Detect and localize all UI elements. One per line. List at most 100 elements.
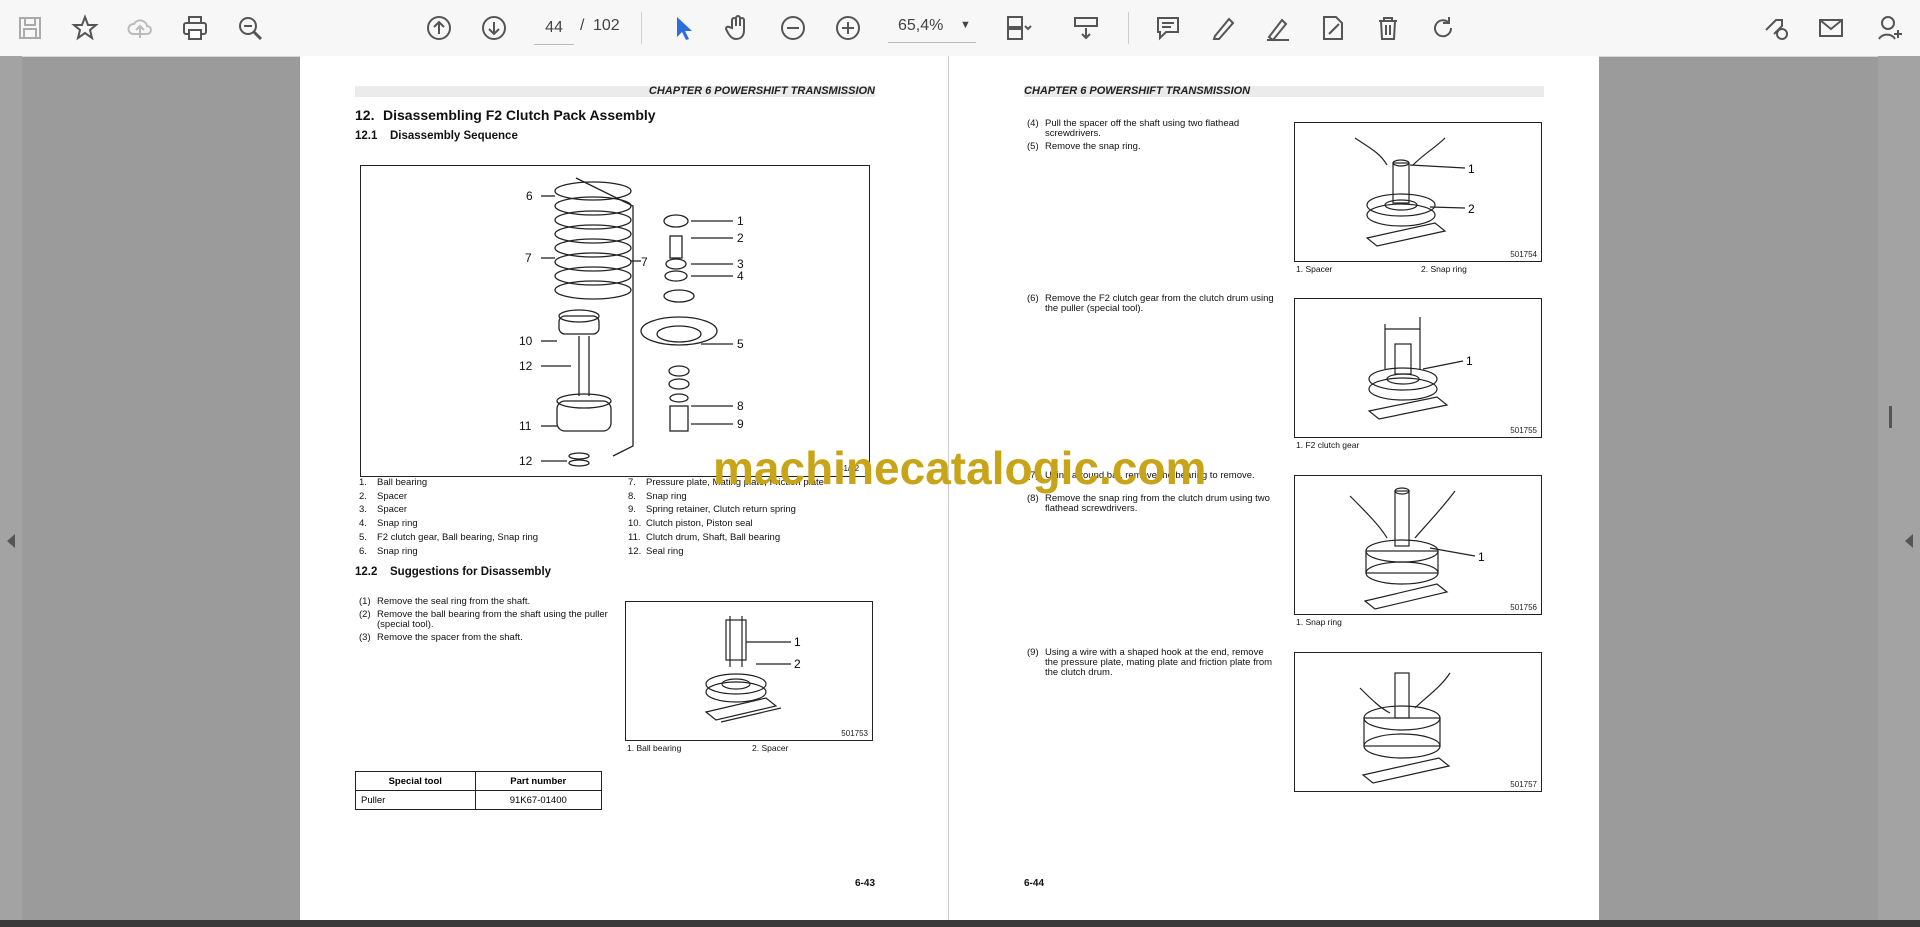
- diagram-callout: 12: [519, 359, 533, 373]
- zoom-search-icon[interactable]: [232, 10, 268, 46]
- zoom-in-icon[interactable]: [830, 10, 866, 46]
- figure-501753: 1 2 501753: [625, 601, 873, 741]
- clutch-pack-exploded-drawing: 6 7 7 10 12 11 12 1 2 3 4 5 8 9 41/52: [519, 177, 860, 473]
- list-item-number: 8.: [628, 490, 636, 502]
- diagram-callout: 9: [737, 417, 744, 431]
- list-item-number: (4): [1027, 118, 1039, 129]
- user-add-icon[interactable]: [1872, 10, 1908, 46]
- upload-cloud-icon[interactable]: [122, 10, 158, 46]
- table-header: Special tool: [355, 771, 476, 791]
- diagram-callout: 1: [737, 214, 744, 228]
- list-item-text: F2 clutch gear, Ball bearing, Snap ring: [377, 531, 539, 543]
- figure-callout: 1: [1478, 550, 1485, 564]
- list-item-number: (1): [359, 596, 371, 607]
- figure-code: 501757: [1510, 780, 1537, 789]
- edit-doc-icon[interactable]: [1315, 10, 1351, 46]
- diagram-callout: 4: [737, 269, 744, 283]
- figure-code: 501753: [841, 729, 868, 738]
- figure-caption: 1. F2 clutch gear: [1296, 440, 1360, 450]
- scroll-mode-icon[interactable]: [1068, 10, 1104, 46]
- subsection-number: 12.2: [355, 566, 378, 578]
- figure-callout: 2: [794, 657, 801, 671]
- plate-removal-drawing: [1359, 672, 1451, 784]
- gear-puller-drawing: 1: [1367, 317, 1473, 420]
- figure-501756: 1 501756: [1294, 475, 1542, 615]
- list-item-number: (5): [1027, 141, 1039, 152]
- list-item-text: Remove the F2 clutch gear from the clutc…: [1045, 293, 1274, 314]
- bookmark-star-icon[interactable]: [67, 10, 103, 46]
- chevron-left-icon: [1905, 534, 1913, 548]
- right-panel-toggle[interactable]: [1878, 56, 1920, 920]
- list-item-text: Pull the spacer off the shaft using two …: [1045, 118, 1240, 139]
- figure-callout: 1: [1466, 354, 1473, 368]
- subsection-title: Disassembly Sequence: [390, 130, 518, 142]
- list-item-text: Remove the seal ring from the shaft.: [377, 596, 531, 607]
- figure-caption: 2. Spacer: [752, 743, 789, 753]
- puller-figure-drawing: 1 2: [704, 616, 801, 723]
- email-icon[interactable]: [1813, 10, 1849, 46]
- divider: [641, 12, 642, 44]
- chevron-down-icon: ▼: [960, 19, 971, 31]
- diagram-callout: 12: [519, 454, 533, 468]
- chapter-header: CHAPTER 6 POWERSHIFT TRANSMISSION: [355, 86, 875, 97]
- diagram-callout: 10: [519, 334, 533, 348]
- table-header: Part number: [474, 771, 603, 791]
- subsection-title: Suggestions for Disassembly: [390, 566, 552, 578]
- list-item-text: Ball bearing: [377, 477, 428, 488]
- diagram-callout: 11: [519, 419, 532, 433]
- divider: [1128, 12, 1129, 44]
- snap-ring-removal-drawing: 1: [1349, 487, 1485, 610]
- list-item-number: (9): [1027, 647, 1039, 658]
- diagram-callout: 7: [525, 251, 532, 265]
- figure-code: 501755: [1510, 426, 1537, 435]
- list-item-text: Spacer: [377, 490, 408, 502]
- list-item-number: 10.: [628, 518, 642, 530]
- page-separator: /: [580, 17, 585, 34]
- left-panel-toggle[interactable]: [0, 56, 22, 920]
- list-item-number: 1.: [359, 477, 367, 488]
- rotate-icon[interactable]: [1425, 10, 1461, 46]
- page-number: 6-44: [1024, 878, 1045, 889]
- list-item-text: Snap ring: [377, 545, 418, 557]
- delete-icon[interactable]: [1370, 10, 1406, 46]
- diagram-callout: 6: [526, 189, 533, 203]
- bottom-bar: [0, 920, 1920, 927]
- figure-callout: 1: [1468, 162, 1475, 176]
- diagram-callout: 2: [737, 231, 744, 245]
- list-item-number: (2): [359, 609, 371, 620]
- list-item-text: Remove the snap ring from the clutch dru…: [1045, 493, 1270, 514]
- diagram-callout: 7: [641, 255, 648, 269]
- list-item-number: 3.: [359, 504, 367, 516]
- toolbar: / 102 65,4% ▼: [0, 0, 1920, 57]
- save-icon[interactable]: [12, 10, 48, 46]
- list-item-number: 5.: [359, 531, 367, 543]
- zoom-out-icon[interactable]: [775, 10, 811, 46]
- highlight-pen-icon[interactable]: [1205, 10, 1241, 46]
- figure-callout: 1: [794, 635, 801, 649]
- list-item-number: 6.: [359, 545, 367, 557]
- select-cursor-icon[interactable]: [665, 10, 701, 46]
- page-number: 6-43: [855, 878, 876, 889]
- list-item-number: 11.: [628, 531, 641, 543]
- diagram-callout: 8: [737, 399, 744, 413]
- comment-icon[interactable]: [1150, 10, 1186, 46]
- table-row: Puller 91K67-01400: [355, 790, 603, 810]
- page-up-icon[interactable]: [421, 10, 457, 46]
- page-number-input[interactable]: [534, 12, 574, 45]
- list-item-text: Seal ring: [646, 545, 684, 557]
- table-cell: Puller: [355, 790, 476, 810]
- share-link-icon[interactable]: [1758, 10, 1794, 46]
- print-icon[interactable]: [177, 10, 213, 46]
- figure-caption: 1. Snap ring: [1296, 617, 1342, 627]
- fit-page-icon[interactable]: [1000, 10, 1036, 46]
- hand-tool-icon[interactable]: [720, 10, 756, 46]
- list-item-number: (6): [1027, 293, 1039, 304]
- list-item-number: 12.: [628, 545, 642, 557]
- draw-sign-icon[interactable]: [1260, 10, 1296, 46]
- list-item-text: Remove the ball bearing from the shaft u…: [377, 609, 608, 630]
- page-down-icon[interactable]: [476, 10, 512, 46]
- chevron-left-icon: [7, 534, 15, 548]
- list-item-number: 4.: [359, 518, 367, 530]
- zoom-select[interactable]: 65,4% ▼: [888, 12, 976, 43]
- scrollbar-thumb[interactable]: [1889, 406, 1892, 428]
